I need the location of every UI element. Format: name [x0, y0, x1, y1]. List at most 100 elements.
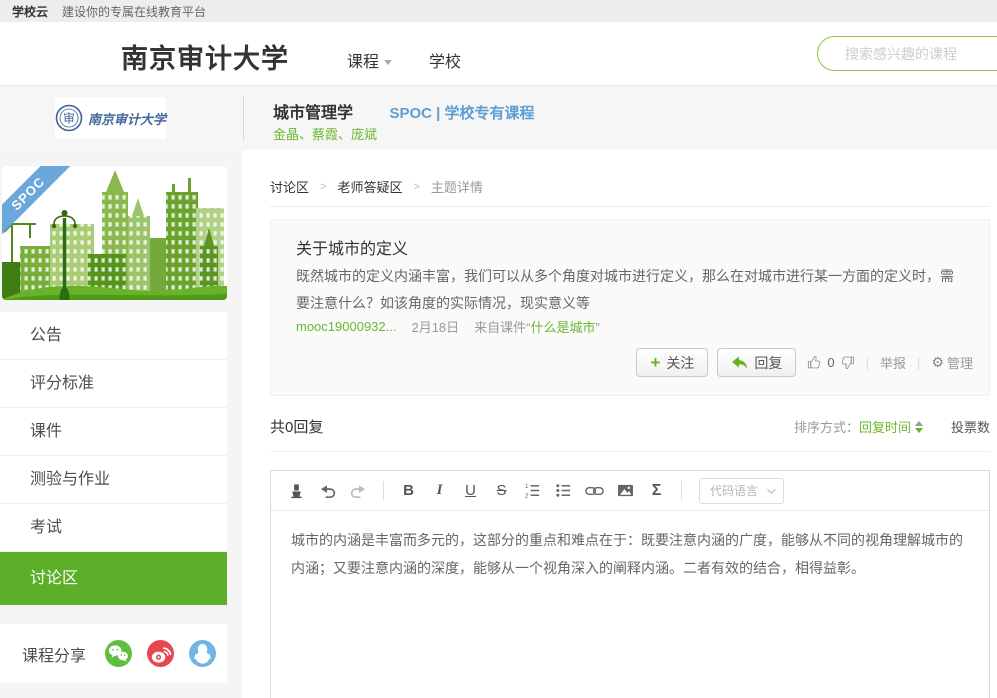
format-brush-icon[interactable] — [284, 479, 309, 503]
breadcrumb-separator-icon: > — [413, 181, 419, 193]
course-type-badge: SPOC | 学校专有课程 — [389, 105, 534, 122]
ordered-list-icon[interactable]: 1 2 — [520, 479, 545, 503]
svg-text:审: 审 — [63, 111, 75, 126]
report-link[interactable]: 举报 — [880, 353, 906, 372]
post-source-suffix: ” — [596, 320, 600, 335]
search-input[interactable] — [818, 37, 997, 70]
code-language-label: 代码语言 — [710, 482, 758, 499]
unordered-list-icon[interactable] — [551, 479, 576, 503]
replies-header: 共0回复 排序方式： 回复时间 投票数 — [270, 416, 990, 437]
undo-icon[interactable] — [315, 479, 340, 503]
replies-count: 共0回复 — [270, 416, 323, 437]
share-label: 课程分享 — [22, 642, 86, 666]
weibo-share-icon[interactable] — [147, 640, 174, 667]
follow-button-label: 关注 — [666, 353, 694, 373]
gear-icon: ⚙ — [931, 355, 944, 371]
chevron-down-icon — [767, 485, 775, 493]
nav-courses-label: 课程 — [347, 54, 379, 71]
chevron-down-icon — [384, 60, 392, 65]
thumbs-up-icon[interactable] — [807, 355, 822, 370]
formula-icon[interactable]: Σ — [644, 479, 669, 503]
link-icon[interactable] — [582, 479, 607, 503]
actions-divider: | — [866, 355, 869, 370]
banner-divider — [243, 96, 244, 140]
redo-icon[interactable] — [346, 479, 371, 503]
strikethrough-icon[interactable]: S — [489, 479, 514, 503]
wechat-share-icon[interactable] — [105, 640, 132, 667]
sidebar-item-courseware[interactable]: 课件 — [0, 408, 227, 456]
sort-direction-icon[interactable] — [915, 421, 923, 433]
university-logo-text: 南京审计大学 — [88, 109, 166, 128]
italic-icon[interactable]: I — [427, 479, 452, 503]
vote-group: 0 — [807, 355, 854, 370]
course-banner: 审 南京审计大学 城市管理学 SPOC | 学校专有课程 金晶、蔡霞、庞斌 — [0, 86, 997, 150]
topic-post: 关于城市的定义 既然城市的定义内涵丰富，我们可以从多个角度对城市进行定义，那么在… — [270, 219, 990, 396]
course-image-card[interactable]: SPOC — [2, 166, 227, 300]
post-source: 来自课件“什么是城市” — [474, 317, 600, 336]
school-name[interactable]: 南京审计大学 — [121, 37, 289, 76]
university-logo[interactable]: 审 南京审计大学 — [55, 97, 166, 139]
reply-arrow-icon — [731, 355, 748, 370]
topbar: 学校云 建设你的专属在线教育平台 — [0, 0, 997, 22]
sidebar-item-announcements[interactable]: 公告 — [0, 312, 227, 360]
nav-school[interactable]: 学校 — [429, 48, 461, 72]
reply-textarea[interactable]: 城市的内涵是丰富而多元的，这部分的重点和难点在于：既要注意内涵的广度，能够从不同… — [271, 511, 989, 671]
sort-controls: 排序方式： 回复时间 投票数 — [794, 417, 990, 436]
post-title: 关于城市的定义 — [296, 235, 408, 259]
svg-text:1: 1 — [525, 483, 529, 490]
reply-button-label: 回复 — [754, 353, 782, 373]
post-source-prefix: 来自课件“ — [474, 320, 530, 335]
breadcrumb-discussion[interactable]: 讨论区 — [270, 177, 309, 196]
course-share-card: 课程分享 — [0, 624, 227, 683]
topbar-tagline: 建设你的专属在线教育平台 — [62, 3, 206, 20]
nav-school-label: 学校 — [429, 54, 461, 71]
manage-link[interactable]: ⚙ 管理 — [931, 353, 973, 372]
toolbar-divider — [383, 481, 384, 500]
replies-divider — [270, 451, 990, 452]
image-icon[interactable] — [613, 479, 638, 503]
follow-button[interactable]: + 关注 — [636, 348, 708, 377]
breadcrumb-divider — [270, 206, 990, 207]
sidebar-menu: 公告 评分标准 课件 测验与作业 考试 讨论区 — [0, 312, 227, 605]
sort-label: 排序方式： — [794, 417, 859, 436]
bold-icon[interactable]: B — [396, 479, 421, 503]
post-source-link[interactable]: 什么是城市 — [531, 320, 596, 335]
breadcrumb: 讨论区 > 老师答疑区 > 主题详情 — [270, 177, 483, 196]
sort-by-votes[interactable]: 投票数 — [951, 417, 990, 436]
post-date: 2月18日 — [411, 317, 459, 336]
sidebar-item-discussion[interactable]: 讨论区 — [0, 552, 227, 605]
main-content: 讨论区 > 老师答疑区 > 主题详情 关于城市的定义 既然城市的定义内涵丰富，我… — [242, 150, 997, 698]
breadcrumb-topic-detail: 主题详情 — [431, 177, 483, 196]
thumbs-down-icon[interactable] — [840, 355, 855, 370]
course-search — [817, 36, 997, 71]
post-meta: mooc19000932... 2月18日 来自课件“什么是城市” — [296, 317, 600, 336]
reply-button[interactable]: 回复 — [717, 348, 796, 377]
sidebar-item-exams[interactable]: 考试 — [0, 504, 227, 552]
sidebar-item-quizzes[interactable]: 测验与作业 — [0, 456, 227, 504]
actions-divider: | — [917, 355, 920, 370]
qq-share-icon[interactable] — [189, 640, 216, 667]
course-teachers: 金晶、蔡霞、庞斌 — [273, 124, 377, 143]
post-actions: + 关注 回复 0 — [636, 348, 973, 377]
underline-icon[interactable]: U — [458, 479, 483, 503]
editor-toolbar: B I U S 1 2 — [271, 471, 989, 511]
course-title: 城市管理学 — [273, 105, 353, 122]
post-author-link[interactable]: mooc19000932... — [296, 319, 396, 334]
university-seal-icon: 审 — [55, 104, 83, 132]
plus-icon: + — [650, 354, 660, 371]
sort-by-time[interactable]: 回复时间 — [859, 417, 911, 436]
nav-courses[interactable]: 课程 — [347, 48, 392, 72]
brand-logo[interactable]: 学校云 — [12, 3, 48, 20]
breadcrumb-separator-icon: > — [320, 181, 326, 193]
like-count: 0 — [827, 355, 834, 370]
svg-text:2: 2 — [525, 493, 529, 499]
header: 南京审计大学 课程 学校 — [0, 22, 997, 86]
code-language-select[interactable]: 代码语言 — [699, 478, 784, 504]
post-body: 既然城市的定义内涵丰富，我们可以从多个角度对城市进行定义，那么在对城市进行某一方… — [296, 263, 966, 317]
breadcrumb-teacher-qa[interactable]: 老师答疑区 — [337, 177, 402, 196]
page: 学校云 建设你的专属在线教育平台 南京审计大学 课程 学校 审 南京审计大学 城… — [0, 0, 997, 698]
sidebar-item-grading[interactable]: 评分标准 — [0, 360, 227, 408]
manage-link-label: 管理 — [947, 353, 973, 372]
toolbar-divider — [681, 481, 682, 500]
reply-editor: B I U S 1 2 — [270, 470, 990, 698]
